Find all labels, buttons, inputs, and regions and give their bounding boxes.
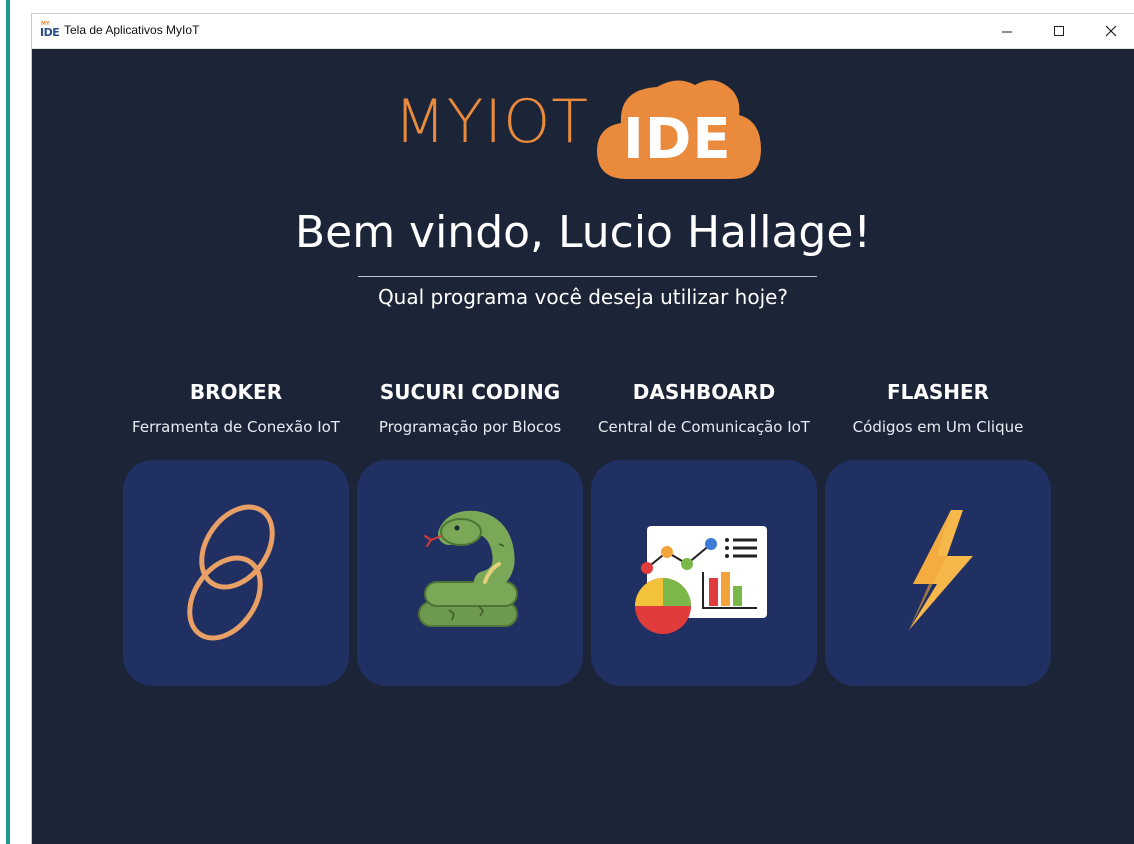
lightning-bolt-icon	[909, 510, 973, 630]
sucuri-coding-button[interactable]	[357, 460, 583, 686]
app-description: Central de Comunicação IoT	[598, 418, 810, 436]
app-card-dashboard: DASHBOARD Central de Comunicação IoT	[591, 377, 817, 686]
app-card-broker: BROKER Ferramenta de Conexão IoT	[123, 377, 349, 686]
welcome-heading: Bem vindo, Lucio Hallage!	[294, 207, 872, 258]
app-logo-icon: MY IDE	[40, 21, 60, 39]
minimize-button[interactable]	[984, 14, 1030, 48]
app-title: FLASHER	[886, 380, 990, 404]
logo-text-ide: IDE	[623, 107, 732, 172]
minimize-icon	[1002, 31, 1012, 33]
main-content: MYIOT IDE Bem vindo, Lucio Hallage! Qual…	[32, 49, 1134, 844]
heading-divider	[358, 276, 817, 277]
window-title: Tela de Aplicativos MyIoT	[64, 23, 200, 37]
app-title: DASHBOARD	[632, 380, 776, 404]
maximize-icon	[1054, 26, 1064, 36]
title-bar[interactable]: MY IDE Tela de Aplicativos MyIoT	[32, 14, 1134, 49]
app-card-sucuri-coding: SUCURI CODING Programação por Blocos	[357, 377, 583, 686]
app-description: Ferramenta de Conexão IoT	[132, 418, 340, 436]
dashboard-chart-icon	[635, 526, 767, 634]
dashboard-button[interactable]	[591, 460, 817, 686]
maximize-button[interactable]	[1036, 14, 1082, 48]
flasher-button[interactable]	[825, 460, 1051, 686]
app-description: Programação por Blocos	[378, 418, 562, 436]
chain-link-icon	[187, 504, 275, 641]
logo-text-myiot: MYIOT	[394, 87, 589, 157]
close-icon	[1105, 25, 1117, 37]
app-title: BROKER	[189, 380, 283, 404]
broker-button[interactable]	[123, 460, 349, 686]
snake-icon	[418, 510, 518, 627]
close-button[interactable]	[1088, 14, 1134, 48]
app-description: Códigos em Um Clique	[852, 418, 1024, 436]
left-accent-bar	[6, 0, 10, 844]
app-card-flasher: FLASHER Códigos em Um Clique	[825, 377, 1051, 686]
app-title: SUCURI CODING	[379, 380, 561, 404]
app-window: MY IDE Tela de Aplicativos MyIoT MYIOT I…	[32, 14, 1134, 844]
myiot-ide-logo: MYIOT IDE	[394, 75, 766, 185]
welcome-subheading: Qual programa você deseja utilizar hoje?	[377, 285, 789, 309]
